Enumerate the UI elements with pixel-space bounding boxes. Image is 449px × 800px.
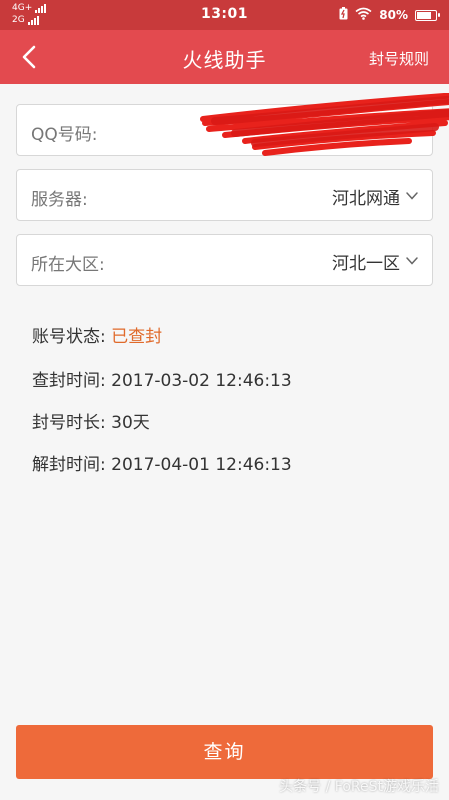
battery-saver-icon xyxy=(339,7,348,23)
account-status-label: 账号状态: xyxy=(32,327,112,347)
ban-time-label: 查封时间: xyxy=(32,371,112,391)
battery-level xyxy=(417,11,431,19)
chevron-down-icon xyxy=(406,192,418,200)
ban-time-row: 查封时间: 2017-03-02 12:46:13 xyxy=(32,366,292,391)
ban-time-value: 2017-03-02 12:46:13 xyxy=(111,371,292,391)
redaction-scribble xyxy=(200,93,449,156)
watermark-text: 头条号 / FoReSt游戏乐活 xyxy=(279,779,439,795)
app-header: 火线助手 封号规则 xyxy=(0,30,449,84)
app-screen: 4G+ 2G 13:01 80% 火线助手 封号规则 QQ号码: 服务器: 河北… xyxy=(0,0,449,800)
server-value: 河北网通 xyxy=(332,189,400,209)
server-select[interactable]: 服务器: 河北网通 xyxy=(16,169,433,221)
qq-number-field[interactable]: QQ号码: xyxy=(16,93,449,156)
chevron-down-icon xyxy=(406,257,418,265)
region-select[interactable]: 所在大区: 河北一区 xyxy=(16,234,433,286)
ban-duration-row: 封号时长: 30天 xyxy=(32,408,150,433)
unban-time-row: 解封时间: 2017-04-01 12:46:13 xyxy=(32,450,292,475)
ban-rules-link[interactable]: 封号规则 xyxy=(369,48,429,69)
unban-time-value: 2017-04-01 12:46:13 xyxy=(111,455,292,475)
unban-time-label: 解封时间: xyxy=(32,455,112,475)
account-status-row: 账号状态: 已查封 xyxy=(32,322,162,347)
region-label: 所在大区: xyxy=(31,255,105,275)
battery-icon xyxy=(415,9,440,21)
wifi-icon xyxy=(355,7,372,23)
ban-duration-label: 封号时长: xyxy=(32,413,112,433)
battery-percent: 80% xyxy=(379,8,408,22)
status-icons: 80% xyxy=(339,7,440,23)
server-label: 服务器: xyxy=(31,190,88,210)
account-status-value: 已查封 xyxy=(111,327,163,347)
region-value: 河北一区 xyxy=(332,254,400,274)
status-bar: 4G+ 2G 13:01 80% xyxy=(0,0,449,30)
query-button[interactable]: 查询 xyxy=(16,725,433,779)
ban-duration-value: 30天 xyxy=(111,413,150,433)
qq-number-label: QQ号码: xyxy=(31,125,98,145)
